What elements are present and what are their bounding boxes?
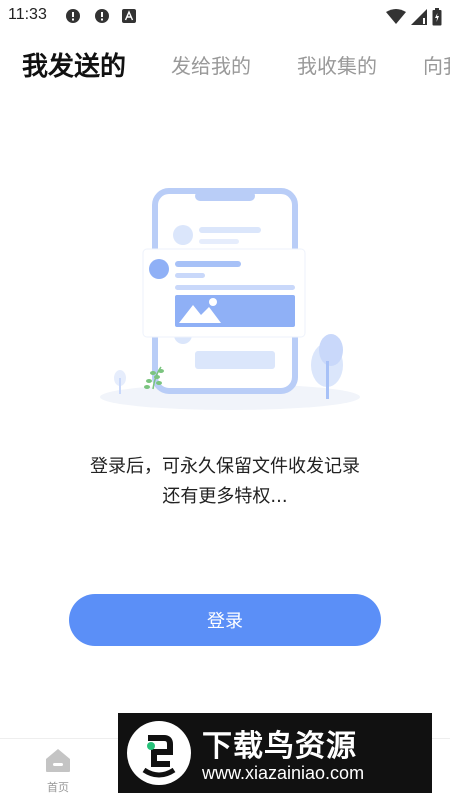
- a-icon: [122, 8, 136, 23]
- nav-home-label: 首页: [47, 781, 69, 794]
- wifi-icon: [385, 8, 406, 24]
- tab-bar: 我发送的 发给我的 我收集的 向我: [0, 40, 450, 90]
- tab-sent-by-me[interactable]: 我发送的: [22, 46, 126, 83]
- watermark-url: www.xiazainiao.com: [202, 763, 365, 783]
- message-line-1: 登录后，可永久保留文件收发记录: [90, 456, 360, 477]
- login-button[interactable]: 登录: [69, 594, 381, 646]
- alert-icon: [66, 8, 80, 23]
- empty-state-message: 登录后，可永久保留文件收发记录 还有更多特权...: [0, 452, 450, 512]
- watermark: 下载鸟资源 www.xiazainiao.com: [118, 713, 432, 793]
- battery-icon: [432, 7, 442, 25]
- home-icon: [46, 749, 70, 772]
- status-right-icons: [385, 6, 442, 26]
- signal-icon: [410, 8, 427, 25]
- tab-collected[interactable]: 我收集的: [297, 50, 377, 79]
- nav-home[interactable]: 首页: [36, 747, 80, 797]
- tab-to-me[interactable]: 向我: [423, 50, 450, 79]
- alert-icon: [95, 8, 109, 23]
- status-bar: 11:33: [0, 0, 450, 32]
- message-line-2: 还有更多特权...: [162, 486, 288, 507]
- watermark-title: 下载鸟资源: [202, 729, 357, 764]
- bird-logo-icon: [127, 721, 191, 785]
- tab-sent-to-me[interactable]: 发给我的: [171, 50, 251, 79]
- status-time: 11:33: [8, 6, 47, 23]
- empty-state-illustration: [95, 185, 365, 410]
